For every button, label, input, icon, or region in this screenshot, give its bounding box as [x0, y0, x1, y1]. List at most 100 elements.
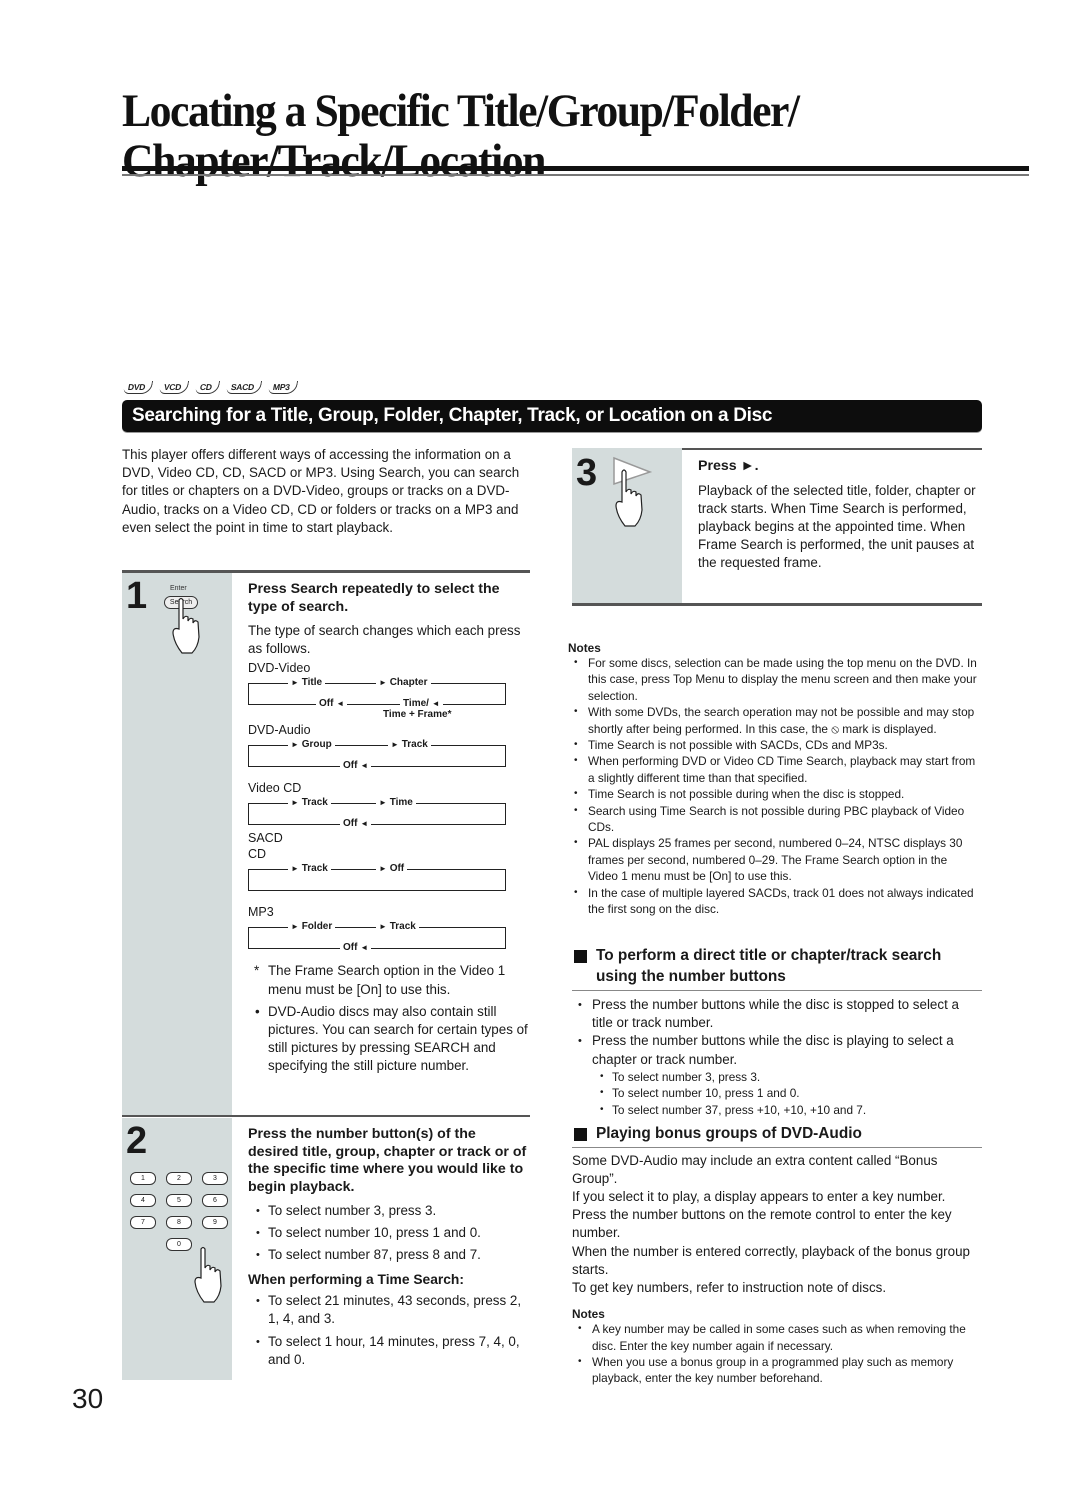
step-divider: [572, 603, 982, 606]
step-icon-panel: 2 1 2 3 4 5 6 7 8 9 0: [122, 1118, 232, 1380]
hand-pointer-icon: [194, 1246, 222, 1303]
notes-title: Notes: [572, 1307, 605, 1322]
bonus-heading: Playing bonus groups of DVD-Audio: [572, 1124, 982, 1145]
seq-label-video-cd: Video CD: [248, 781, 302, 796]
seq-item: Time + Frame*: [380, 709, 455, 722]
page-title-line2: Chapter/Track/Location: [122, 135, 546, 187]
sequence-mp3: ► Folder ► Track Off ◄: [248, 920, 508, 956]
seq-item: ► Off: [376, 863, 408, 876]
step-1: 1 Enter Search Press Search repeatedly t…: [122, 570, 530, 1117]
badge-sacd: SACD: [225, 381, 262, 394]
seq-item: Off ◄: [316, 698, 348, 711]
seq-item: ► Track: [288, 863, 331, 876]
seq-label-mp3: MP3: [248, 905, 274, 920]
search-button-press-icon: Enter Search: [162, 583, 222, 663]
seq-item: ► Time: [376, 797, 416, 810]
sequence-video-cd: ► Track ► Time Off ◄: [248, 796, 508, 832]
direct-search-bullet: Press the number buttons while the disc …: [572, 1032, 982, 1068]
step-divider: [122, 1115, 530, 1117]
key-2: 2: [166, 1172, 192, 1185]
step-icon-panel: 3: [572, 448, 682, 603]
note-item: When you use a bonus group in a programm…: [572, 1354, 982, 1387]
note-item: In the case of multiple layered SACDs, t…: [568, 885, 978, 918]
key-5: 5: [166, 1194, 192, 1207]
bonus-paragraph: To get key numbers, refer to instruction…: [572, 1279, 887, 1295]
seq-label-dvd-audio: DVD-Audio: [248, 723, 311, 738]
note-item: For some discs, selection can be made us…: [568, 655, 978, 704]
step-number: 1: [126, 575, 148, 617]
notes-search: Notes For some discs, selection can be m…: [568, 641, 978, 918]
step-2-heading: Press the number button(s) of the desire…: [248, 1126, 527, 1195]
seq-label-sacd: SACD: [248, 831, 283, 846]
note-item: Search using Time Search is not possible…: [568, 803, 978, 836]
direct-search-example: To select number 3, press 3.: [572, 1069, 982, 1086]
sequence-dvd-video: ► Title ► Chapter Off ◄ Time/ ◄ Time + F…: [248, 676, 508, 722]
section-rule: [572, 1146, 982, 1148]
seq-label-cd: CD: [248, 847, 267, 862]
time-search-heading: When performing a Time Search:: [248, 1271, 464, 1287]
bonus-paragraph: When the number is entered correctly, pl…: [572, 1243, 970, 1277]
step-1-text: The type of search changes which each pr…: [248, 623, 521, 657]
play-button-press-icon: [613, 456, 653, 527]
key-8: 8: [166, 1216, 192, 1229]
direct-search-heading: To perform a direct title or chapter/tra…: [572, 946, 982, 987]
badge-dvd: DVD: [122, 381, 154, 394]
key-6: 6: [202, 1194, 228, 1207]
step-2-bullet: To select number 3, press 3.: [254, 1202, 530, 1220]
step-1-heading: Press Search repeatedly to select the ty…: [248, 581, 500, 615]
page-title-line1: Locating a Specific Title/Group/Folder/: [122, 85, 800, 137]
frame-search-footnote: * The Frame Search option in the Video 1…: [254, 963, 506, 997]
key-3: 3: [202, 1172, 228, 1185]
page-number: 30: [72, 1383, 104, 1414]
seq-item: Off ◄: [340, 760, 372, 773]
step-number: 3: [576, 452, 598, 494]
square-bullet-icon: [574, 1128, 587, 1141]
still-picture-note: • DVD-Audio discs may also contain still…: [255, 1003, 528, 1074]
seq-item: ► Track: [388, 739, 431, 752]
note-item: PAL displays 25 frames per second, numbe…: [568, 835, 978, 884]
key-0: 0: [166, 1238, 192, 1251]
seq-item: ► Chapter: [376, 677, 431, 690]
seq-item: Off ◄: [340, 942, 372, 955]
key-1: 1: [130, 1172, 156, 1185]
badge-vcd: VCD: [158, 381, 190, 394]
sequence-dvd-audio: ► Group ► Track Off ◄: [248, 738, 508, 774]
seq-label-dvd-video: DVD-Video: [248, 661, 311, 676]
disc-badges: DVD VCD CD SACD MP3: [122, 381, 298, 394]
enter-label: Enter: [170, 585, 187, 592]
note-item: With some DVDs, the search operation may…: [568, 704, 978, 737]
seq-item: ► Track: [288, 797, 331, 810]
step-3: 3 Press ►. Playback of the selected titl…: [572, 448, 982, 606]
seq-item: ► Track: [376, 921, 419, 934]
section-banner: Searching for a Title, Group, Folder, Ch…: [122, 400, 982, 432]
title-rule-thin: [122, 174, 1029, 176]
sequence-sacd-cd: ► Track ► Off: [248, 862, 508, 898]
step-3-text: Playback of the selected title, folder, …: [698, 482, 976, 571]
seq-item: ► Title: [288, 677, 326, 690]
hand-pointer-icon: [172, 597, 200, 654]
direct-search-example: To select number 10, press 1 and 0.: [572, 1085, 982, 1102]
step-2-bullet: To select number 10, press 1 and 0.: [254, 1224, 530, 1242]
badge-mp3: MP3: [267, 381, 298, 394]
title-rule-thick: [122, 166, 1029, 171]
step-2: 2 1 2 3 4 5 6 7 8 9 0 Press the number b…: [122, 1118, 530, 1380]
time-search-bullet: To select 1 hour, 14 minutes, press 7, 4…: [254, 1333, 530, 1369]
notes-title: Notes: [568, 641, 601, 655]
step-3-heading: Press ►.: [698, 458, 759, 474]
number-keypad-icon: 1 2 3 4 5 6 7 8 9 0: [130, 1172, 228, 1251]
section-rule: [572, 990, 982, 991]
note-item: Time Search is not possible during when …: [568, 786, 978, 803]
step-icon-panel: 1 Enter Search: [122, 573, 232, 1115]
note-item: A key number may be called in some cases…: [572, 1321, 982, 1354]
key-4: 4: [130, 1194, 156, 1207]
key-9: 9: [202, 1216, 228, 1229]
bonus-paragraph: Some DVD-Audio may include an extra cont…: [572, 1152, 938, 1186]
seq-item: ► Folder: [288, 921, 336, 934]
bonus-group-section: Playing bonus groups of DVD-Audio Some D…: [572, 1124, 982, 1387]
seq-item: ► Group: [288, 739, 335, 752]
seq-item: Off ◄: [340, 818, 372, 831]
key-7: 7: [130, 1216, 156, 1229]
badge-cd: CD: [194, 381, 220, 394]
time-search-bullet: To select 21 minutes, 43 seconds, press …: [254, 1292, 530, 1328]
square-bullet-icon: [574, 950, 587, 963]
